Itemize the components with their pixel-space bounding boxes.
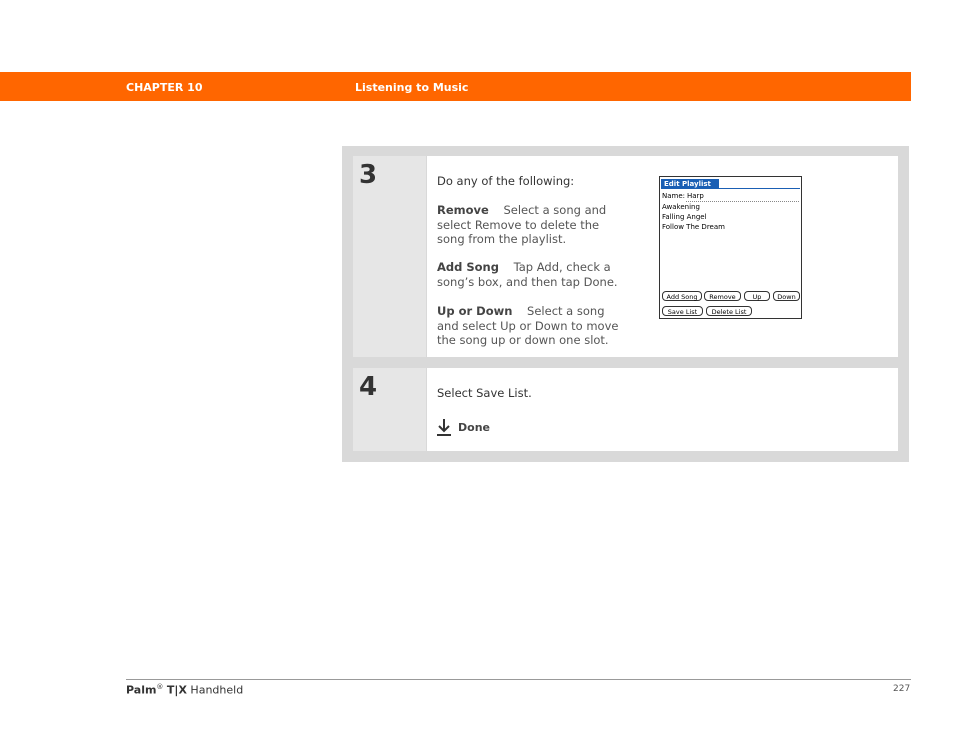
item-term: Remove [437, 203, 489, 217]
name-field-underline [686, 201, 799, 202]
remove-button[interactable]: Remove [704, 291, 741, 301]
playlist-song-item[interactable]: Awakening [662, 203, 700, 211]
step-3-number: 3 [359, 160, 378, 190]
up-button[interactable]: Up [744, 291, 770, 301]
done-arrow-icon [437, 419, 451, 436]
playlist-name-field[interactable]: Harp [687, 192, 704, 200]
title-underline [661, 188, 800, 189]
step-3-intro: Do any of the following: [437, 174, 575, 188]
down-button[interactable]: Down [773, 291, 800, 301]
chapter-title: Listening to Music [355, 81, 469, 94]
step-4-body [427, 368, 898, 451]
step-4-number: 4 [359, 372, 378, 402]
done-label: Done [458, 421, 490, 434]
playlist-song-item[interactable]: Falling Angel [662, 213, 707, 221]
chapter-number: CHAPTER 10 [126, 81, 203, 94]
item-term: Up or Down [437, 304, 513, 318]
registered-mark: ® [156, 683, 164, 691]
delete-list-button[interactable]: Delete List [706, 306, 752, 316]
save-list-button[interactable]: Save List [662, 306, 703, 316]
footer-product-name: Palm® T|X Handheld [126, 683, 243, 697]
product-suffix: Handheld [186, 683, 244, 697]
add-song-button[interactable]: Add Song [662, 291, 702, 301]
step-3-item-add-song: Add Song Tap Add, check a song’s box, an… [437, 260, 629, 289]
model-name: T|X [166, 683, 187, 697]
page-number: 227 [893, 684, 911, 694]
step-3-item-up-down: Up or Down Select a song and select Up o… [437, 304, 629, 348]
playlist-name-label: Name: [662, 192, 686, 200]
playlist-song-item[interactable]: Follow The Dream [662, 223, 725, 231]
step-4-instruction: Select Save List. [437, 386, 532, 400]
brand-name: Palm [126, 683, 157, 697]
footer-divider [126, 679, 911, 680]
edit-playlist-screen: Edit Playlist Name: Harp Awakening Falli… [659, 176, 802, 319]
step-3-item-remove: Remove Select a song and select Remove t… [437, 203, 629, 247]
item-term: Add Song [437, 260, 499, 274]
